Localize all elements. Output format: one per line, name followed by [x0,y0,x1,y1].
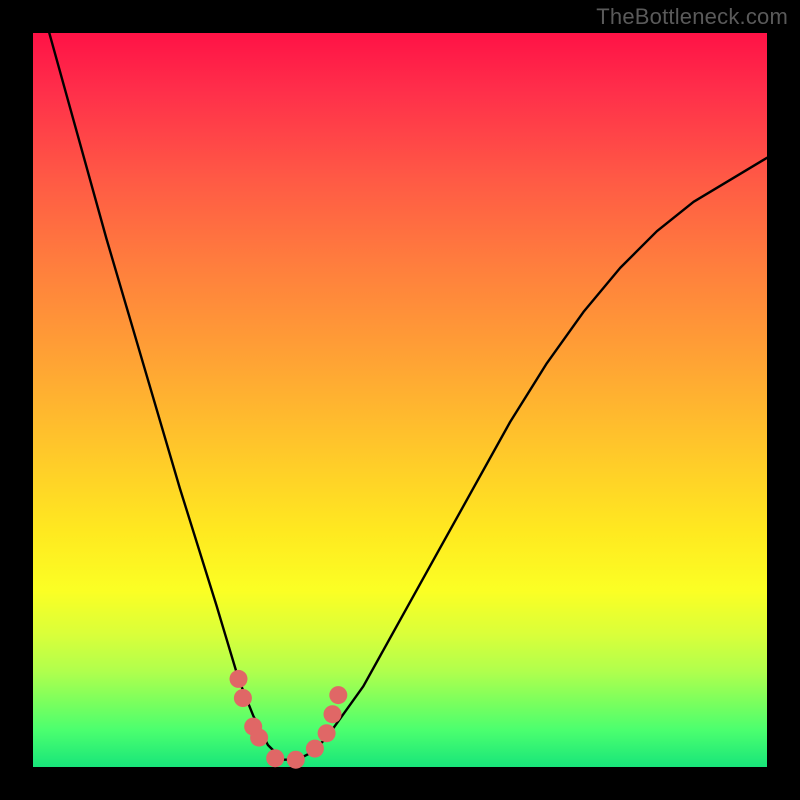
bottom-markers-group [230,670,348,769]
plot-area [33,33,767,767]
marker-dot [287,751,305,769]
curve-svg [33,33,767,767]
bottleneck-curve [33,0,767,760]
marker-dot [266,749,284,767]
marker-dot [234,689,252,707]
attribution-text: TheBottleneck.com [596,4,788,30]
marker-dot [318,724,336,742]
marker-dot [230,670,248,688]
marker-dot [306,740,324,758]
marker-dot [250,729,268,747]
chart-frame: TheBottleneck.com [0,0,800,800]
marker-dot [324,705,342,723]
marker-dot [329,686,347,704]
